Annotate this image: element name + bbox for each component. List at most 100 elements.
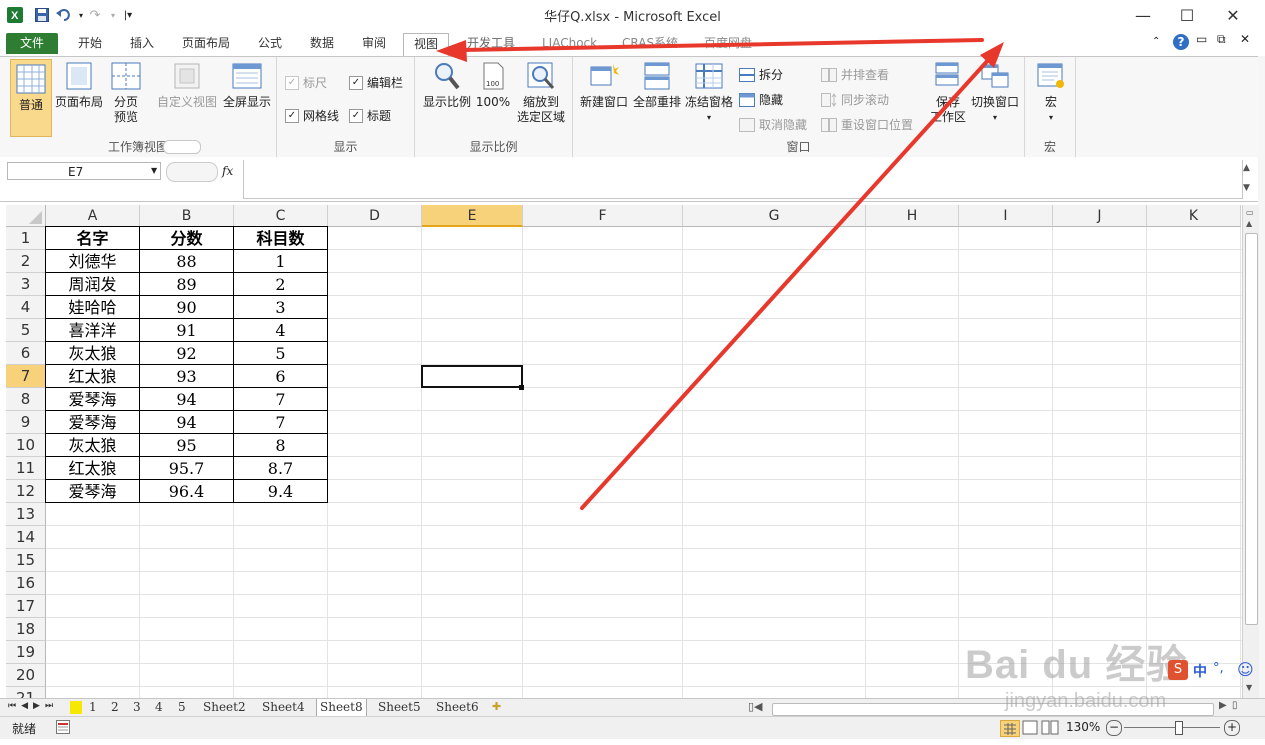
table-cell[interactable]: 90 [139, 295, 234, 319]
table-cell[interactable]: 爱琴海 [45, 410, 140, 434]
headings-checkbox[interactable]: ✓ 标题 [349, 107, 391, 124]
table-header-cell[interactable]: 科目数 [233, 226, 328, 250]
column-header-a[interactable]: A [46, 205, 140, 227]
freeze-panes-button[interactable]: 冻结窗格 ▾ [683, 61, 735, 125]
row-header-5[interactable]: 5 [6, 319, 46, 342]
table-cell[interactable]: 8.7 [233, 456, 328, 480]
split-box-icon[interactable]: ▭ [1246, 208, 1254, 217]
tab-cras[interactable]: CRAS系统 [612, 33, 688, 54]
table-cell[interactable]: 9.4 [233, 479, 328, 503]
vertical-scroll-thumb[interactable] [1245, 233, 1258, 625]
split-button[interactable]: 拆分 [739, 66, 783, 83]
active-cell-selection[interactable] [421, 365, 523, 388]
macros-button[interactable]: 宏 ▾ [1031, 61, 1071, 125]
switch-windows-button[interactable]: 切换窗口 ▾ [969, 61, 1021, 125]
table-cell[interactable]: 2 [233, 272, 328, 296]
select-all-corner[interactable] [6, 205, 46, 227]
maximize-button[interactable]: ☐ [1172, 4, 1202, 26]
sheet-tab-3[interactable]: 3 [130, 699, 144, 716]
page-layout-status-icon[interactable] [1021, 720, 1039, 738]
full-screen-button[interactable]: 全屏显示 [220, 61, 274, 110]
hide-button[interactable]: 隐藏 [739, 91, 783, 108]
worksheet-grid[interactable]: ABCDEFGHIJK 1 2 3 4 5 6 7 8 9 10 11 12 13 14 15 16 17 18 1… [6, 205, 1242, 698]
row-header-2[interactable]: 2 [6, 250, 46, 273]
row-header-16[interactable]: 16 [6, 572, 46, 595]
gridlines-checkbox[interactable]: ✓ 网格线 [285, 107, 339, 124]
zoom-100-button[interactable]: 100 100% [475, 61, 511, 110]
ime-language[interactable]: 中 [1193, 661, 1207, 681]
zoom-in-button[interactable]: + [1224, 720, 1240, 736]
table-cell[interactable]: 1 [233, 249, 328, 273]
sync-scroll-button[interactable]: 同步滚动 [821, 91, 889, 108]
fill-handle[interactable] [519, 385, 524, 390]
row-header-21[interactable]: 21 [6, 687, 46, 698]
tab-insert[interactable]: 插入 [120, 33, 164, 54]
column-header-d[interactable]: D [328, 205, 422, 227]
tab-file[interactable]: 文件 [6, 33, 58, 54]
table-cell[interactable]: 4 [233, 318, 328, 342]
ime-punctuation[interactable]: °, [1213, 661, 1224, 676]
table-cell[interactable]: 刘德华 [45, 249, 140, 273]
column-header-i[interactable]: I [959, 205, 1053, 227]
name-box-dropdown-icon[interactable]: ▼ [151, 166, 157, 175]
formula-scroll-down-icon[interactable]: ▼ [1243, 183, 1250, 193]
table-cell[interactable]: 8 [233, 433, 328, 457]
row-header-18[interactable]: 18 [6, 618, 46, 641]
row-header-19[interactable]: 19 [6, 641, 46, 664]
scroll-down-icon[interactable]: ▼ [1246, 683, 1252, 692]
table-cell[interactable]: 92 [139, 341, 234, 365]
workbook-restore-icon[interactable]: ⧉ [1217, 32, 1226, 47]
save-workspace-button[interactable]: 保存 工作区 [925, 61, 971, 125]
table-cell[interactable]: 爱琴海 [45, 387, 140, 411]
row-header-14[interactable]: 14 [6, 526, 46, 549]
sheet-tab-sheet4[interactable]: Sheet4 [259, 699, 308, 716]
formula-bar-checkbox[interactable]: ✓ 编辑栏 [349, 74, 403, 91]
zoom-slider-thumb[interactable] [1175, 721, 1183, 735]
table-cell[interactable]: 95.7 [139, 456, 234, 480]
sheet-tab-5[interactable]: 5 [175, 699, 189, 716]
row-header-20[interactable]: 20 [6, 664, 46, 687]
table-cell[interactable]: 灰太狼 [45, 341, 140, 365]
vertical-scrollbar[interactable]: ▭ ▲ ▼ [1242, 205, 1259, 698]
column-header-k[interactable]: K [1147, 205, 1241, 227]
column-header-f[interactable]: F [523, 205, 683, 227]
sheet-tab-sheet8[interactable]: Sheet8 [316, 699, 367, 717]
tab-page-layout[interactable]: 页面布局 [172, 33, 240, 54]
formula-bar-resize-handle[interactable] [166, 162, 218, 182]
row-header-4[interactable]: 4 [6, 296, 46, 319]
column-header-j[interactable]: J [1053, 205, 1147, 227]
sheet-tab-sheet6[interactable]: Sheet6 [433, 699, 482, 716]
scroll-up-icon[interactable]: ▲ [1246, 219, 1252, 228]
ribbon-scroll-control[interactable] [163, 140, 201, 154]
unhide-button[interactable]: 取消隐藏 [739, 116, 807, 133]
row-header-8[interactable]: 8 [6, 388, 46, 411]
tab-developer[interactable]: 开发工具 [457, 33, 525, 54]
table-cell[interactable]: 红太狼 [45, 456, 140, 480]
arrange-all-button[interactable]: 全部重排 [631, 61, 683, 110]
new-window-button[interactable]: 新建窗口 [577, 61, 631, 110]
table-cell[interactable]: 88 [139, 249, 234, 273]
table-cell[interactable]: 喜洋洋 [45, 318, 140, 342]
page-layout-view-button[interactable]: 页面布局 [54, 61, 104, 110]
row-header-15[interactable]: 15 [6, 549, 46, 572]
tab-split-handle[interactable]: ▯◀ [748, 700, 763, 713]
table-cell[interactable]: 91 [139, 318, 234, 342]
table-cell[interactable]: 93 [139, 364, 234, 388]
tab-liacheck[interactable]: LIAChock [532, 33, 607, 54]
table-cell[interactable]: 94 [139, 387, 234, 411]
table-cell[interactable]: 96.4 [139, 479, 234, 503]
workbook-minimize-icon[interactable]: ▭ [1196, 32, 1207, 46]
ime-emoji-icon[interactable]: ☺ [1237, 660, 1254, 679]
insert-function-icon[interactable]: fx [222, 164, 233, 178]
macro-record-icon[interactable] [56, 720, 70, 737]
row-header-12[interactable]: 12 [6, 480, 46, 503]
zoom-out-button[interactable]: − [1106, 720, 1122, 736]
table-cell[interactable]: 5 [233, 341, 328, 365]
column-header-h[interactable]: H [866, 205, 959, 227]
table-header-cell[interactable]: 名字 [45, 226, 140, 250]
zoom-to-selection-button[interactable]: 缩放到 选定区域 [513, 61, 569, 125]
table-cell[interactable]: 94 [139, 410, 234, 434]
table-cell[interactable]: 灰太狼 [45, 433, 140, 457]
column-header-c[interactable]: C [234, 205, 328, 227]
collapse-ribbon-icon[interactable]: ⌃ [1152, 36, 1160, 47]
